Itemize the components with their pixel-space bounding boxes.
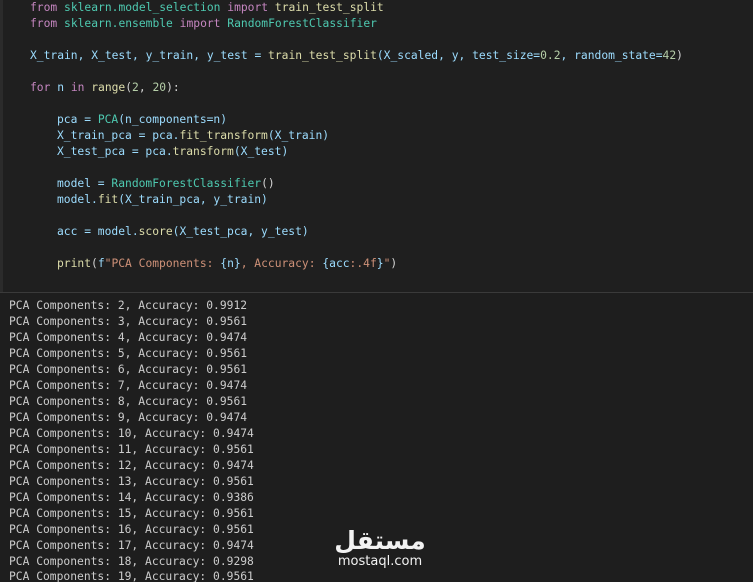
output-line: PCA Components: 16, Accuracy: 0.9561	[9, 523, 254, 536]
output-line: PCA Components: 14, Accuracy: 0.9386	[9, 491, 254, 504]
brace: }	[233, 257, 241, 270]
watermark-latin-text: mostaql.com	[337, 554, 423, 569]
code-line-import-model-selection: from sklearn.model_selection import trai…	[30, 0, 384, 16]
close-paren: )	[676, 49, 683, 62]
close-paren: ):	[166, 81, 180, 94]
string-literal: , Accuracy:	[240, 257, 323, 270]
output-line: PCA Components: 4, Accuracy: 0.9474	[9, 331, 248, 344]
comma: ,	[138, 81, 153, 94]
split-lhs: X_train, X_test, y_train, y_test =	[30, 49, 269, 62]
code-line-print: print(f"PCA Components: {n}, Accuracy: {…	[57, 256, 397, 272]
output-line: PCA Components: 11, Accuracy: 0.9561	[9, 443, 254, 456]
keyword-for: for	[30, 81, 51, 94]
output-line: PCA Components: 2, Accuracy: 0.9912	[9, 299, 248, 312]
output-line: PCA Components: 3, Accuracy: 0.9561	[9, 315, 248, 328]
code-line-import-ensemble: from sklearn.ensemble import RandomFores…	[30, 16, 377, 32]
output-line: PCA Components: 12, Accuracy: 0.9474	[9, 459, 254, 472]
keyword-in: in	[70, 81, 85, 94]
assign-lhs: X_test_pca = pca.	[57, 145, 173, 158]
function-name: score	[138, 225, 173, 238]
function-name: transform	[172, 145, 234, 158]
keyword-from: from	[30, 1, 58, 14]
keyword-import: import	[179, 17, 221, 30]
output-line: PCA Components: 7, Accuracy: 0.9474	[9, 379, 248, 392]
cell-gutter	[0, 0, 3, 292]
mostaql-watermark: مستقل mostaql.com	[330, 528, 430, 572]
object-ref: model.	[57, 193, 98, 206]
code-line-transform: X_test_pca = pca.transform(X_test)	[57, 144, 288, 160]
code-line-fit: model.fit(X_train_pca, y_train)	[57, 192, 268, 208]
random-state-value: 42	[662, 49, 677, 62]
output-line: PCA Components: 8, Accuracy: 0.9561	[9, 395, 248, 408]
open-paren: (	[91, 257, 98, 270]
output-line: PCA Components: 15, Accuracy: 0.9561	[9, 507, 254, 520]
call-args: (X_test_pca, y_test)	[172, 225, 309, 238]
call-args: ()	[261, 177, 275, 190]
output-line: PCA Components: 17, Accuracy: 0.9474	[9, 539, 254, 552]
brace: }	[376, 257, 384, 270]
assign-lhs: model =	[57, 177, 112, 190]
module-name: sklearn.ensemble	[64, 17, 173, 30]
interp-variable: acc	[329, 257, 350, 270]
function-name: train_test_split	[268, 49, 377, 62]
keyword-from: from	[30, 17, 58, 30]
module-name: sklearn.model_selection	[64, 1, 221, 14]
code-line-train-test-split: X_train, X_test, y_train, y_test = train…	[30, 48, 683, 64]
code-line-model: model = RandomForestClassifier()	[57, 176, 275, 192]
split-args: , random_state=	[560, 49, 663, 62]
imported-name: train_test_split	[274, 1, 384, 14]
fstring-prefix: f	[97, 257, 105, 270]
pca-args: (n_components=n)	[118, 113, 228, 126]
watermark-arabic-text: مستقل	[334, 526, 426, 555]
output-line: PCA Components: 9, Accuracy: 0.9474	[9, 411, 248, 424]
class-name: RandomForestClassifier	[111, 177, 262, 190]
output-line: PCA Components: 10, Accuracy: 0.9474	[9, 427, 254, 440]
test-size-value: 0.2	[540, 49, 561, 62]
range-start: 2	[132, 81, 139, 94]
string-literal: "PCA Components:	[104, 257, 221, 270]
code-line-score: acc = model.score(X_test_pca, y_test)	[57, 224, 309, 240]
function-name: fit	[97, 193, 119, 206]
code-line-pca: pca = PCA(n_components=n)	[57, 112, 227, 128]
output-line: PCA Components: 18, Accuracy: 0.9298	[9, 555, 254, 568]
function-name: print	[57, 257, 92, 270]
function-name: range	[84, 81, 126, 94]
range-end: 20	[152, 81, 167, 94]
close-paren: )	[390, 257, 398, 270]
pca-lhs: pca =	[57, 113, 98, 126]
imported-name: RandomForestClassifier	[227, 17, 377, 30]
output-line: PCA Components: 13, Accuracy: 0.9561	[9, 475, 254, 488]
output-line: PCA Components: 5, Accuracy: 0.9561	[9, 347, 248, 360]
assign-lhs: X_train_pca = pca.	[57, 129, 180, 142]
split-args: (X_scaled, y, test_size=	[376, 49, 541, 62]
call-args: (X_train_pca, y_train)	[118, 193, 268, 206]
output-line: PCA Components: 6, Accuracy: 0.9561	[9, 363, 248, 376]
call-args: (X_test)	[233, 145, 289, 158]
loop-variable: n	[50, 81, 71, 94]
interp-variable: n	[227, 257, 234, 270]
code-line-fit-transform: X_train_pca = pca.fit_transform(X_train)	[57, 128, 329, 144]
keyword-import: import	[227, 1, 269, 14]
code-cell[interactable]: from sklearn.model_selection import trai…	[0, 0, 753, 293]
format-spec: :.4f	[349, 257, 377, 270]
assign-lhs: acc = model.	[57, 225, 139, 238]
call-args: (X_train)	[267, 129, 330, 142]
function-name: fit_transform	[179, 129, 268, 142]
output-line: PCA Components: 19, Accuracy: 0.9561	[9, 570, 254, 582]
class-name: PCA	[97, 113, 119, 126]
code-line-for-loop: for n in range(2, 20):	[30, 80, 180, 96]
